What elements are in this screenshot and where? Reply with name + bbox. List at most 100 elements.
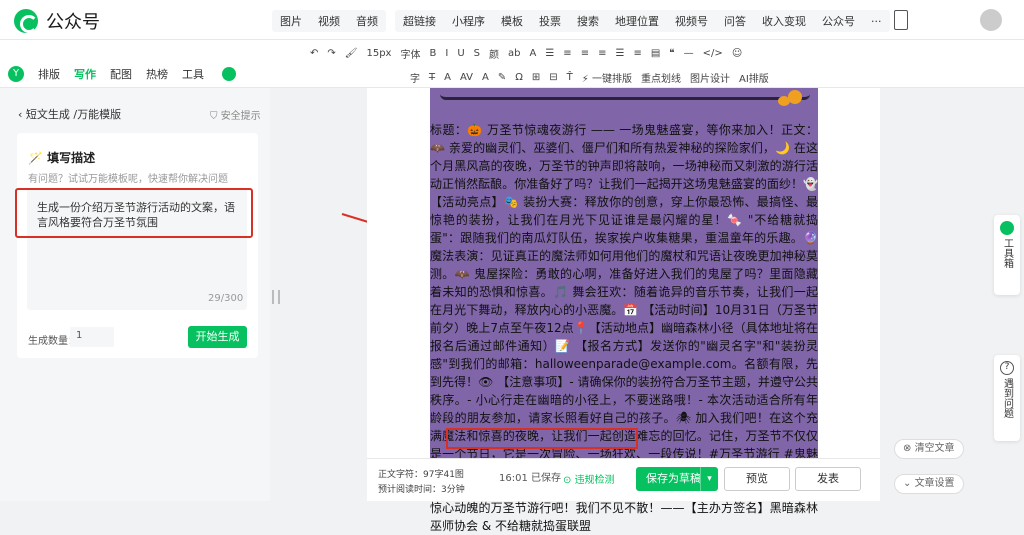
menu-item-7[interactable]: 问答 (716, 13, 754, 29)
format-tool-2[interactable]: A (444, 72, 451, 83)
count-input[interactable]: 1 (70, 327, 114, 347)
toolbox-button[interactable]: 工具箱 (994, 215, 1020, 295)
menu-item-0[interactable]: 超链接 (395, 13, 444, 29)
format-tool-5[interactable]: B (429, 48, 436, 59)
preview-button[interactable]: 预览 (724, 467, 790, 491)
panel-resize-handle[interactable] (272, 290, 280, 304)
format-tool-4[interactable]: A (482, 72, 489, 83)
settings-label: 文章设置 (914, 478, 955, 489)
ai-tab-2[interactable]: 配图 (110, 66, 132, 82)
format-tool-6[interactable]: Ω (515, 72, 523, 83)
safety-tip[interactable]: ⛉ 安全提示 (210, 107, 261, 122)
menu-item-6[interactable]: 视频号 (667, 13, 716, 29)
format-tool-4[interactable]: 字体 (400, 46, 420, 61)
format-tool-10[interactable]: ab (508, 48, 520, 59)
clear-label: 清空文章 (914, 443, 955, 454)
format-tool-13[interactable]: ≡ (563, 48, 571, 59)
format-tool-11[interactable]: 重点划线 (641, 70, 681, 85)
format-tool-0[interactable]: 字 (410, 70, 420, 85)
read-time: 预计阅读时间：3分钟 (378, 482, 465, 495)
format-tool-18[interactable]: ▤ (651, 48, 660, 59)
format-tool-12[interactable]: 图片设计 (690, 70, 730, 85)
word-count-label: 正文字符： (378, 470, 424, 480)
format-tool-9[interactable]: 颜 (489, 46, 499, 61)
save-status: 16:01 已保存 (499, 469, 561, 484)
article-settings-button[interactable]: ⌄ 文章设置 (894, 474, 964, 494)
generate-button[interactable]: 开始生成 (188, 326, 247, 348)
menu-item-9[interactable]: 公众号 (814, 13, 863, 29)
format-tool-19[interactable]: ❝ (669, 48, 674, 59)
menu-item-2[interactable]: 音频 (348, 13, 386, 29)
menu-item-5[interactable]: 地理位置 (607, 13, 667, 29)
format-tool-7[interactable]: ⊞ (532, 72, 540, 83)
format-tool-9[interactable]: T̂ (567, 72, 573, 83)
breadcrumb-label: 短文生成 /万能模版 (25, 108, 122, 121)
word-count: 正文字符：97字41图 (378, 467, 464, 480)
menu-item-8[interactable]: 收入变现 (754, 13, 814, 29)
toolbox-label: 工具箱 (1001, 238, 1013, 268)
format-tool-1[interactable]: T̶ (429, 72, 435, 83)
ai-tab-0[interactable]: 排版 (38, 66, 60, 82)
format-row-1: ↶ ↷ 🖌 15px 字体 B I U S 颜 ab A ☰ ≡ ≡ ≡ ☰ ≡ ▤ ❝ — </> ☺ (310, 46, 751, 61)
saved-label: 已保存 (531, 473, 562, 484)
highlight-box-prompt (15, 188, 253, 238)
poster-banner (440, 88, 810, 100)
publish-button[interactable]: 发表 (795, 467, 861, 491)
format-tool-10[interactable]: ⚡ 一键排版 (582, 70, 632, 85)
format-tool-7[interactable]: U (457, 48, 464, 59)
menu-item-1[interactable]: 小程序 (444, 13, 493, 29)
violation-check-button[interactable]: ⊙ 违规检测 (563, 471, 615, 486)
format-tool-21[interactable]: </> (703, 48, 723, 59)
top-bar: 公众号 图片 视频 音频 超链接 小程序 模板 投票 搜索 地理位置 视频号 问答 收入变现 公众号 ·… (0, 0, 1024, 40)
format-tool-5[interactable]: ✎ (498, 72, 506, 83)
format-tool-15[interactable]: ≡ (598, 48, 606, 59)
mobile-preview-icon[interactable] (894, 10, 908, 30)
ai-assistant-icon[interactable]: Y (8, 66, 24, 82)
menu-item-2[interactable]: 模板 (493, 13, 531, 29)
menu-item-10[interactable]: ··· (863, 15, 890, 28)
ai-tab-1[interactable]: 写作 (74, 66, 96, 82)
format-tool-8[interactable]: S (474, 48, 480, 59)
menu-item-1[interactable]: 视频 (310, 13, 348, 29)
format-tool-20[interactable]: — (684, 48, 694, 59)
format-tool-3[interactable]: AV (460, 72, 473, 83)
save-draft-label: 保存为草稿 (646, 472, 701, 485)
violation-check-label: 违规检测 (574, 475, 615, 486)
format-tool-2[interactable]: 🖌 (345, 48, 358, 59)
help-button[interactable]: ? 遇到问题 (994, 355, 1020, 441)
toolbox-icon (1000, 221, 1014, 235)
clear-article-button[interactable]: ⊗ 清空文章 (894, 439, 964, 459)
card-title: 🪄 填写描述 (28, 151, 96, 165)
ai-tab-4[interactable]: 工具 (182, 66, 204, 82)
ai-tab-3[interactable]: 热榜 (146, 66, 168, 82)
menu-item-3[interactable]: 投票 (531, 13, 569, 29)
format-row-2: 字 T̶ A AV A ✎ Ω ⊞ ⊟ T̂ ⚡ 一键排版 重点划线 图片设计 AI排版 (410, 70, 778, 85)
help-label: 遇到问题 (1001, 378, 1013, 418)
format-tool-16[interactable]: ☰ (615, 48, 624, 59)
menu-item-0[interactable]: 图片 (272, 13, 310, 29)
ai-tabs: 排版 写作 配图 热榜 工具 (38, 66, 218, 82)
format-tool-17[interactable]: ≡ (633, 48, 641, 59)
media-menu: 图片 视频 音频 (272, 10, 386, 32)
card-subtitle: 有问题？试试万能模板呢，快速帮你解决问题 (28, 174, 228, 185)
format-tool-3[interactable]: 15px (366, 48, 391, 59)
format-tool-11[interactable]: A (529, 48, 536, 59)
ai-toggle[interactable] (222, 67, 236, 81)
format-tool-1[interactable]: ↷ (327, 48, 335, 59)
format-tool-13[interactable]: AI排版 (739, 70, 769, 85)
format-tool-0[interactable]: ↶ (310, 48, 318, 59)
save-draft-button[interactable]: 保存为草稿 ▾ (636, 467, 718, 491)
format-tool-22[interactable]: ☺ (732, 48, 742, 59)
avatar[interactable] (980, 9, 1002, 31)
wechat-logo[interactable]: 公众号 (14, 8, 100, 34)
pumpkin-icon-small (778, 96, 790, 106)
format-tool-14[interactable]: ≡ (581, 48, 589, 59)
chevron-down-icon[interactable]: ▾ (700, 467, 718, 491)
pumpkin-icon (788, 90, 802, 104)
format-tool-12[interactable]: ☰ (545, 48, 554, 59)
menu-item-4[interactable]: 搜索 (569, 13, 607, 29)
format-tool-6[interactable]: I (445, 48, 448, 59)
char-counter: 29/300 (208, 293, 244, 304)
breadcrumb[interactable]: ‹ 短文生成 /万能模版 (18, 106, 121, 122)
format-tool-8[interactable]: ⊟ (549, 72, 557, 83)
